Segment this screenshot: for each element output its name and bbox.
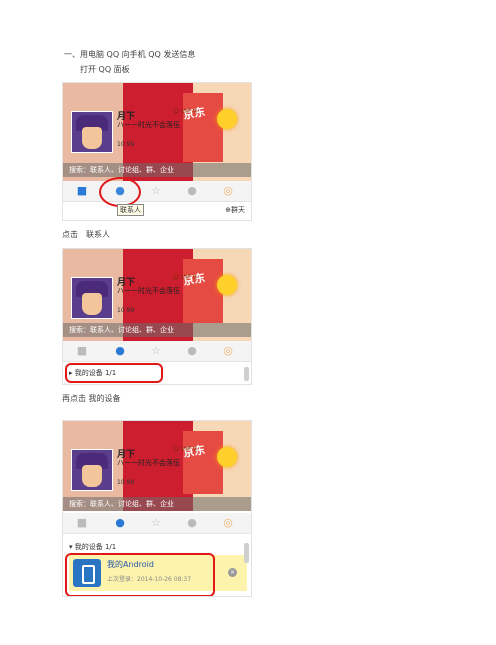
profile-banner: 京东 月下 ☺ VIP ♔ ハーー时光不会落伍 10 99 搜索：联系人、讨论组… [63,249,251,341]
signature[interactable]: ハーー时光不会落伍 [117,458,180,468]
level-icons: ☺ VIP ♔ [173,274,198,281]
level-icons: ☺ VIP ♔ [173,108,198,115]
step-subheading: 打开 QQ 面板 [80,65,130,74]
caption-click-my-devices: 再点击 我的设备 [62,394,121,403]
main-tabs: ■ ● ☆ ● ◎ [63,341,251,362]
group-icon[interactable]: ● [185,184,199,198]
chat-bubble-icon[interactable]: ■ [75,516,89,530]
highlight-box [65,363,163,383]
weather-sun-icon [217,447,237,467]
status-stats: 10 99 [117,141,135,148]
status-stats: 10 99 [117,307,135,314]
qzone-icon[interactable]: ◎ [221,184,235,198]
star-icon[interactable]: ☆ [149,344,163,358]
highlight-circle [99,177,141,207]
main-tabs: ■ ● ☆ ● ◎ [63,181,251,202]
tooltip-contacts: 联系人 [117,204,144,216]
close-icon[interactable]: × [228,568,237,577]
weather-sun-icon [217,275,237,295]
group-label: 我的设备 1/1 [74,543,117,551]
qzone-icon[interactable]: ◎ [221,516,235,530]
avatar[interactable] [71,449,113,491]
step-heading: 一、用电脑 QQ 向手机 QQ 发送信息 [64,50,196,59]
scrollbar[interactable] [244,367,249,381]
star-icon[interactable]: ☆ [149,184,163,198]
chat-bubble-icon[interactable]: ■ [75,344,89,358]
contact-icon[interactable]: ● [113,516,127,530]
search-input[interactable]: 搜索：联系人、讨论组、群、企业 [63,497,251,511]
main-tabs: ■ ● ☆ ● ◎ [63,513,251,534]
avatar[interactable] [71,277,113,319]
add-group-label: 群天 [231,206,245,214]
contact-icon[interactable]: ● [113,344,127,358]
highlight-box [65,553,215,596]
status-stats: 10 99 [117,479,135,486]
weather-sun-icon [217,109,237,129]
profile-banner: 京东 月下 ☺ VIP ♔ ハーー时光不会落伍 10 99 搜索：联系人、讨论组… [63,83,251,181]
chat-bubble-icon[interactable]: ■ [75,184,89,198]
qzone-icon[interactable]: ◎ [221,344,235,358]
profile-banner: 京东 月下 ☺ VIP ♔ ハーー时光不会落伍 10 99 搜索：联系人、讨论组… [63,421,251,511]
caption-click-contacts: 点击 联系人 [62,230,110,239]
group-icon[interactable]: ● [185,344,199,358]
group-icon[interactable]: ● [185,516,199,530]
add-group-button[interactable]: ⊕群天 [225,205,245,215]
signature[interactable]: ハーー时光不会落伍 [117,120,180,130]
scrollbar[interactable] [244,543,249,563]
search-input[interactable]: 搜索：联系人、讨论组、群、企业 [63,323,251,337]
signature[interactable]: ハーー时光不会落伍 [117,286,180,296]
level-icons: ☺ VIP ♔ [173,446,198,453]
qq-panel-screenshot-1: 京东 月下 ☺ VIP ♔ ハーー时光不会落伍 10 99 搜索：联系人、讨论组… [62,82,252,221]
star-icon[interactable]: ☆ [149,516,163,530]
avatar[interactable] [71,111,113,153]
qq-panel-screenshot-2: 京东 月下 ☺ VIP ♔ ハーー时光不会落伍 10 99 搜索：联系人、讨论组… [62,248,252,385]
qq-panel-screenshot-3: 京东 月下 ☺ VIP ♔ ハーー时光不会落伍 10 99 搜索：联系人、讨论组… [62,420,252,597]
search-input[interactable]: 搜索：联系人、讨论组、群、企业 [63,163,251,177]
